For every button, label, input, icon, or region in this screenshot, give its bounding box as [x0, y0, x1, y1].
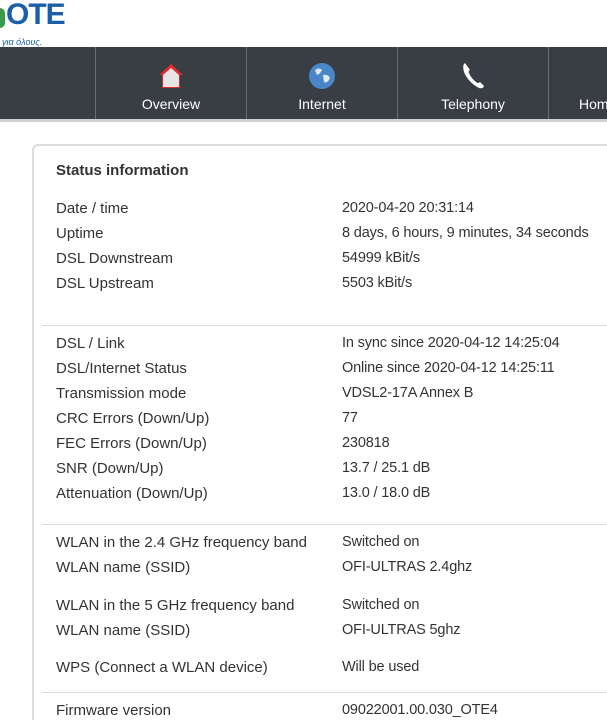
status-label: CRC Errors (Down/Up) — [56, 410, 210, 427]
status-label: WLAN name (SSID) — [56, 622, 191, 639]
nav-home-network[interactable]: Hom — [548, 47, 607, 119]
status-value: OFI-ULTRAS 2.4ghz — [342, 559, 473, 575]
ote-logo[interactable]: OTE για όλους. — [0, 0, 120, 47]
status-value: Switched on — [342, 534, 420, 550]
status-label: WLAN in the 5 GHz frequency band — [56, 597, 295, 614]
nav-internet[interactable]: Internet — [246, 47, 397, 119]
status-label: DSL Upstream — [56, 275, 154, 292]
status-label: DSL Downstream — [56, 250, 173, 267]
phone-icon — [398, 61, 548, 91]
nav-telephony[interactable]: Telephony — [397, 47, 548, 119]
logo-tagline: για όλους. — [2, 37, 43, 47]
logo-mark — [0, 8, 5, 28]
nav-label: Telephony — [441, 96, 505, 112]
logo-brand: OTE — [6, 0, 66, 31]
status-label: FEC Errors (Down/Up) — [56, 435, 207, 452]
globe-icon — [247, 61, 397, 91]
status-value: Online since 2020-04-12 14:25:11 — [342, 360, 555, 376]
nav-label: Overview — [141, 96, 201, 112]
status-value: 77 — [342, 410, 358, 426]
status-value: 230818 — [342, 435, 390, 451]
status-value: VDSL2-17A Annex B — [342, 385, 474, 401]
divider — [42, 524, 607, 525]
status-value: 5503 kBit/s — [342, 275, 413, 291]
status-label: Uptime — [56, 225, 104, 242]
status-label: WLAN name (SSID) — [56, 559, 191, 576]
status-label: DSL/Internet Status — [56, 360, 187, 377]
nav-overview[interactable]: Overview — [95, 47, 246, 119]
nav-label: Internet — [298, 96, 346, 112]
divider — [42, 325, 607, 326]
status-value: 2020-04-20 20:31:14 — [342, 200, 474, 216]
status-label: Date / time — [56, 200, 129, 217]
status-label: Attenuation (Down/Up) — [56, 485, 208, 502]
status-label: Transmission mode — [56, 385, 187, 402]
status-value: Will be used — [342, 659, 420, 675]
status-value: 09022001.00.030_OTE4 — [342, 702, 498, 718]
status-value: OFI-ULTRAS 5ghz — [342, 622, 461, 638]
status-value: 13.0 / 18.0 dB — [342, 485, 431, 501]
status-label: DSL / Link — [56, 335, 125, 352]
status-value: 13.7 / 25.1 dB — [342, 460, 431, 476]
status-value: In sync since 2020-04-12 14:25:04 — [342, 335, 560, 351]
status-title: Status information — [56, 162, 189, 179]
divider — [42, 692, 607, 693]
status-label: SNR (Down/Up) — [56, 460, 164, 477]
status-value: 54999 kBit/s — [342, 250, 420, 266]
status-value: 8 days, 6 hours, 9 minutes, 34 seconds — [342, 225, 589, 241]
status-value: Switched on — [342, 597, 420, 613]
main-nav: Overview Internet Telephony Hom — [0, 47, 607, 122]
status-label: Firmware version — [56, 702, 172, 719]
status-label: WLAN in the 2.4 GHz frequency band — [56, 534, 307, 551]
house-icon — [96, 61, 246, 91]
nav-label: Hom — [579, 96, 607, 112]
status-label: WPS (Connect a WLAN device) — [56, 659, 268, 676]
